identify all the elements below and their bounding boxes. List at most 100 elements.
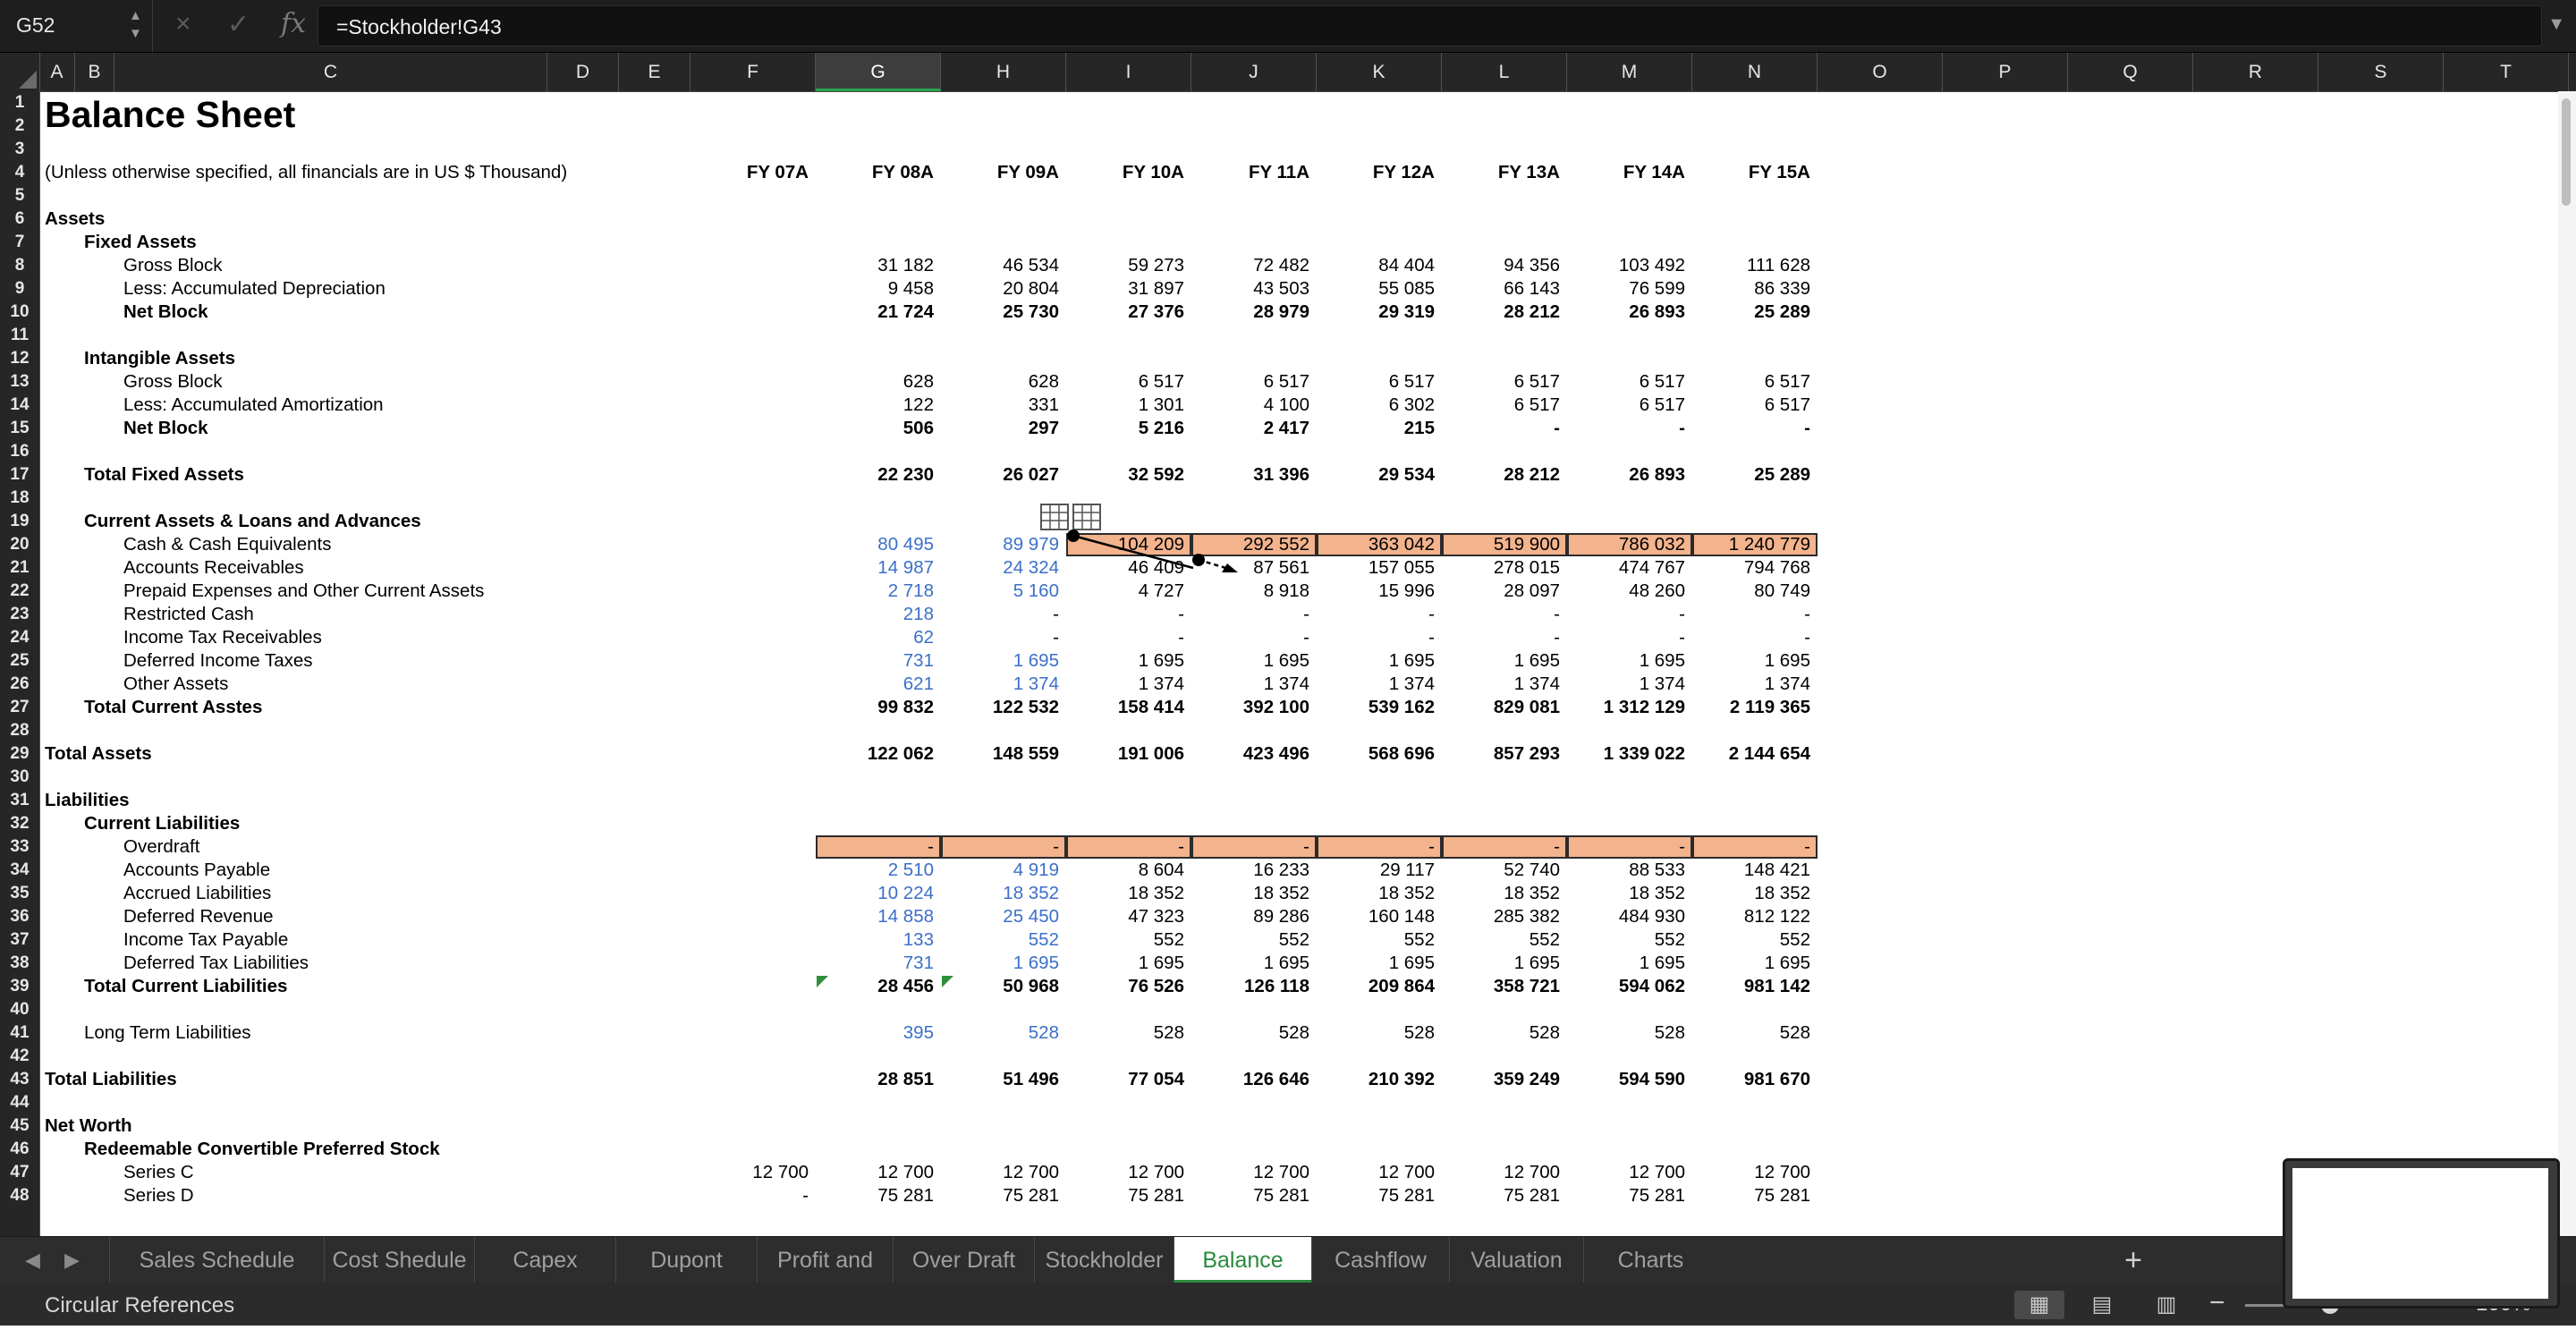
- value-cell[interactable]: 62: [816, 626, 934, 649]
- normal-view-icon[interactable]: ▦: [2014, 1291, 2064, 1319]
- value-cell[interactable]: 621: [816, 673, 934, 696]
- row-header-27[interactable]: 27: [0, 696, 39, 719]
- value-cell[interactable]: -: [1692, 835, 1810, 859]
- value-cell[interactable]: 15 996: [1317, 580, 1435, 603]
- value-cell[interactable]: 528: [1567, 1021, 1685, 1045]
- row-header-12[interactable]: 12: [0, 347, 39, 370]
- sheet-tab[interactable]: Dupont Analysis: [615, 1237, 757, 1319]
- row-label[interactable]: Liabilities: [45, 789, 130, 812]
- sheet-tab[interactable]: Capex: [474, 1237, 615, 1283]
- value-cell[interactable]: 16 233: [1191, 859, 1309, 882]
- value-cell[interactable]: 731: [816, 649, 934, 673]
- row-label[interactable]: Long Term Liabilities: [84, 1021, 251, 1045]
- row-header-45[interactable]: 45: [0, 1114, 39, 1138]
- column-header-e[interactable]: E: [619, 53, 691, 91]
- row-header-31[interactable]: 31: [0, 789, 39, 812]
- column-header-g[interactable]: G: [816, 53, 941, 91]
- value-cell[interactable]: 552: [1066, 928, 1184, 952]
- value-cell[interactable]: -: [1567, 417, 1685, 440]
- value-cell[interactable]: 568 696: [1317, 742, 1435, 766]
- column-header-f[interactable]: F: [691, 53, 816, 91]
- value-cell[interactable]: 12 700: [1066, 1161, 1184, 1184]
- value-cell[interactable]: 484 930: [1567, 905, 1685, 928]
- name-box-stepper-icon[interactable]: ▲ ▼: [129, 7, 142, 43]
- value-cell[interactable]: 528: [941, 1021, 1059, 1045]
- row-header-4[interactable]: 4: [0, 161, 39, 184]
- row-header-24[interactable]: 24: [0, 626, 39, 649]
- value-cell[interactable]: 28 212: [1442, 301, 1560, 324]
- value-cell[interactable]: 278 015: [1442, 556, 1560, 580]
- row-header-6[interactable]: 6: [0, 208, 39, 231]
- row-header-21[interactable]: 21: [0, 556, 39, 580]
- value-cell[interactable]: 8 918: [1191, 580, 1309, 603]
- value-cell[interactable]: 12 700: [1567, 1161, 1685, 1184]
- sheet-tab[interactable]: Stockholder: [1034, 1237, 1174, 1283]
- sheet-thumbnail-preview[interactable]: [2283, 1158, 2560, 1309]
- cancel-icon[interactable]: ×: [175, 9, 191, 39]
- row-label[interactable]: Less: Accumulated Depreciation: [123, 277, 386, 301]
- value-cell[interactable]: 111 628: [1692, 254, 1810, 277]
- value-cell[interactable]: 148 559: [941, 742, 1059, 766]
- row-label[interactable]: Accounts Payable: [123, 859, 270, 882]
- cell-reference[interactable]: G52: [16, 13, 55, 38]
- row-label[interactable]: Gross Block: [123, 254, 223, 277]
- row-header-48[interactable]: 48: [0, 1184, 39, 1207]
- row-label[interactable]: Current Assets & Loans and Advances: [84, 510, 421, 533]
- value-cell[interactable]: 14 987: [816, 556, 934, 580]
- value-cell[interactable]: 31 897: [1066, 277, 1184, 301]
- value-cell[interactable]: -: [1442, 835, 1560, 859]
- row-header-30[interactable]: 30: [0, 766, 39, 789]
- value-cell[interactable]: -: [941, 835, 1059, 859]
- value-cell[interactable]: 981 142: [1692, 975, 1810, 998]
- value-cell[interactable]: 539 162: [1317, 696, 1435, 719]
- row-label[interactable]: Redeemable Convertible Preferred Stock: [84, 1138, 440, 1161]
- row-header-15[interactable]: 15: [0, 417, 39, 440]
- value-cell[interactable]: 31 182: [816, 254, 934, 277]
- value-cell[interactable]: 24 324: [941, 556, 1059, 580]
- year-header[interactable]: FY 12A: [1317, 161, 1435, 184]
- value-cell[interactable]: 26 893: [1567, 463, 1685, 487]
- row-header-34[interactable]: 34: [0, 859, 39, 882]
- next-sheet-icon[interactable]: ▶: [64, 1237, 80, 1283]
- row-header-5[interactable]: 5: [0, 184, 39, 208]
- value-cell[interactable]: 1 695: [941, 649, 1059, 673]
- row-header-28[interactable]: 28: [0, 719, 39, 742]
- sheet-tab[interactable]: Over Draft: [893, 1237, 1034, 1283]
- expand-formula-bar-icon[interactable]: ▼: [2547, 14, 2565, 35]
- value-cell[interactable]: 552: [1317, 928, 1435, 952]
- column-header-d[interactable]: D: [547, 53, 619, 91]
- column-header-t[interactable]: T: [2444, 53, 2569, 91]
- vertical-scrollbar[interactable]: [2558, 91, 2576, 1236]
- value-cell[interactable]: 331: [941, 394, 1059, 417]
- row-header-14[interactable]: 14: [0, 394, 39, 417]
- value-cell[interactable]: -: [1692, 626, 1810, 649]
- formula-input[interactable]: =Stockholder!G43: [318, 5, 2542, 47]
- value-cell[interactable]: 25 730: [941, 301, 1059, 324]
- value-cell[interactable]: 1 374: [1191, 673, 1309, 696]
- row-header-25[interactable]: 25: [0, 649, 39, 673]
- year-header[interactable]: FY 15A: [1692, 161, 1810, 184]
- value-cell[interactable]: 66 143: [1442, 277, 1560, 301]
- value-cell[interactable]: 88 533: [1567, 859, 1685, 882]
- value-cell[interactable]: 133: [816, 928, 934, 952]
- row-header-11[interactable]: 11: [0, 324, 39, 347]
- value-cell[interactable]: 1 374: [1692, 673, 1810, 696]
- value-cell[interactable]: 6 517: [1442, 394, 1560, 417]
- value-cell[interactable]: -: [1442, 603, 1560, 626]
- row-header-26[interactable]: 26: [0, 673, 39, 696]
- value-cell[interactable]: 552: [1191, 928, 1309, 952]
- row-header-46[interactable]: 46: [0, 1138, 39, 1161]
- value-cell[interactable]: 552: [941, 928, 1059, 952]
- row-header-9[interactable]: 9: [0, 277, 39, 301]
- value-cell[interactable]: 552: [1692, 928, 1810, 952]
- value-cell[interactable]: 812 122: [1692, 905, 1810, 928]
- value-cell[interactable]: -: [1692, 603, 1810, 626]
- row-label[interactable]: Total Current Liabilities: [84, 975, 287, 998]
- value-cell[interactable]: 25 289: [1692, 301, 1810, 324]
- value-cell[interactable]: 10 224: [816, 882, 934, 905]
- name-box[interactable]: G52 ▲ ▼: [0, 0, 153, 52]
- value-cell[interactable]: -: [1692, 417, 1810, 440]
- value-cell[interactable]: 126 646: [1191, 1068, 1309, 1091]
- row-label[interactable]: Prepaid Expenses and Other Current Asset…: [123, 580, 484, 603]
- value-cell[interactable]: 32 592: [1066, 463, 1184, 487]
